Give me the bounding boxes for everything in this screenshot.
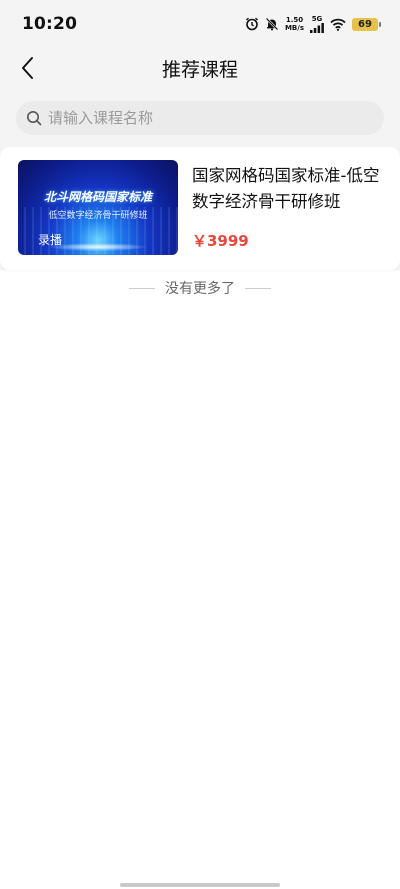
mute-bell-icon bbox=[265, 17, 279, 31]
back-button[interactable] bbox=[14, 54, 42, 82]
course-price: ￥3999 bbox=[192, 232, 249, 250]
navigation-bar: 推荐课程 bbox=[0, 48, 400, 88]
network-speed-value: 1.50 bbox=[285, 16, 304, 24]
list-end-indicator: 没有更多了 bbox=[0, 278, 400, 298]
course-thumbnail[interactable]: 北斗网格码国家标准 低空数字经济骨干研修班 录播 bbox=[18, 160, 178, 255]
battery-icon: 69 bbox=[352, 17, 381, 31]
status-time: 10:20 bbox=[22, 14, 78, 34]
divider-right bbox=[245, 287, 271, 289]
network-speed-unit: MB/s bbox=[284, 24, 304, 32]
recorded-tag: 录播 bbox=[38, 233, 63, 247]
wifi-icon bbox=[330, 18, 346, 31]
list-end-text: 没有更多了 bbox=[165, 281, 235, 297]
status-icons: 1.50 MB/s 5G 69 bbox=[245, 14, 381, 33]
status-bar: 10:20 1.50 MB/s 5G 69 bbox=[0, 0, 400, 48]
thumbnail-subtitle: 低空数字经济骨干研修班 bbox=[48, 211, 148, 221]
divider-left bbox=[129, 287, 155, 289]
battery-level: 69 bbox=[358, 18, 372, 30]
search-bar[interactable] bbox=[16, 101, 384, 135]
course-title[interactable]: 国家网格码国家标准-低空数字经济骨干研修班 bbox=[192, 163, 388, 215]
search-icon bbox=[27, 111, 42, 126]
signal-icon: 5G bbox=[310, 14, 324, 33]
alarm-icon bbox=[245, 17, 259, 31]
thumbnail-title: 北斗网格码国家标准 bbox=[43, 190, 152, 204]
network-type: 5G bbox=[311, 14, 323, 23]
home-indicator[interactable] bbox=[120, 883, 280, 887]
thumbnail-glow bbox=[48, 243, 148, 251]
network-speed: 1.50 MB/s bbox=[285, 16, 304, 32]
page-title: 推荐课程 bbox=[161, 58, 238, 81]
chevron-left-icon bbox=[22, 57, 33, 79]
search-input[interactable] bbox=[48, 109, 348, 127]
